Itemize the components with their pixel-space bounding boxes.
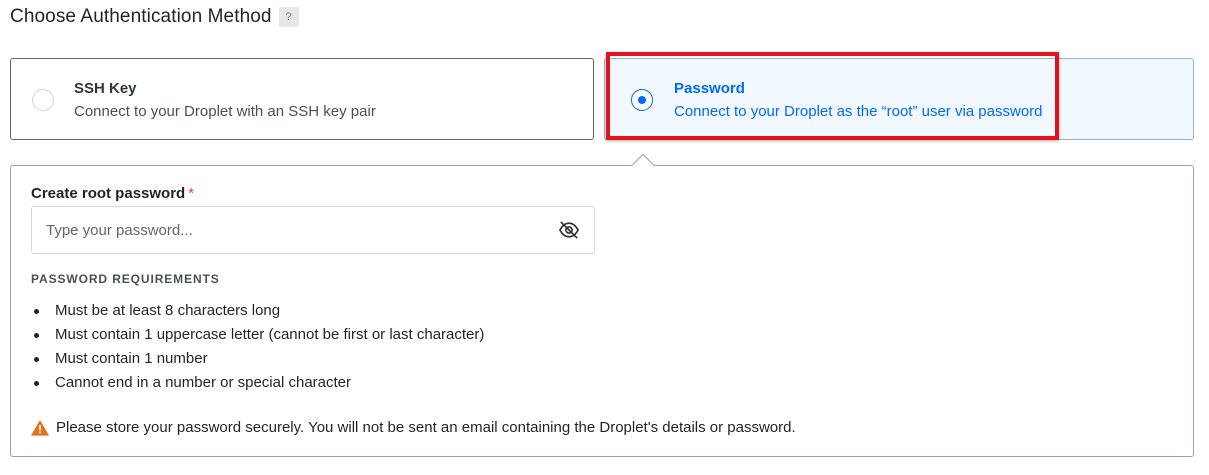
- requirements-list: Must be at least 8 characters long Must …: [31, 299, 484, 395]
- eye-slash-icon[interactable]: [558, 220, 580, 240]
- warning-message: Please store your password securely. You…: [31, 419, 796, 436]
- auth-option-password-text: Password Connect to your Droplet as the …: [674, 79, 1043, 122]
- panel-pointer: [631, 153, 655, 177]
- auth-option-password-title: Password: [674, 80, 745, 97]
- warning-text: Please store your password securely. You…: [56, 419, 796, 436]
- required-asterisk: *: [188, 185, 195, 202]
- root-password-label-text: Create root password: [31, 185, 186, 202]
- auth-option-ssh-title: SSH Key: [74, 80, 137, 97]
- title-row: Choose Authentication Method ?: [10, 6, 299, 28]
- auth-option-ssh-key[interactable]: SSH Key Connect to your Droplet with an …: [10, 58, 594, 140]
- requirements-heading: PASSWORD REQUIREMENTS: [31, 272, 220, 286]
- requirement-item: Must be at least 8 characters long: [31, 299, 484, 323]
- password-panel: Create root password * PASSWORD REQUIREME…: [10, 153, 1194, 457]
- requirement-item: Must contain 1 number: [31, 347, 484, 371]
- auth-option-password-description: Connect to your Droplet as the “root” us…: [674, 103, 1043, 120]
- auth-option-ssh-description: Connect to your Droplet with an SSH key …: [74, 103, 376, 120]
- radio-password[interactable]: [631, 89, 653, 111]
- auth-option-password[interactable]: Password Connect to your Droplet as the …: [604, 58, 1194, 140]
- radio-ssh-key[interactable]: [32, 89, 54, 111]
- requirement-item: Cannot end in a number or special charac…: [31, 371, 484, 395]
- authentication-section: Choose Authentication Method ? SSH Key C…: [0, 0, 1209, 475]
- root-password-label: Create root password *: [31, 185, 194, 202]
- auth-option-ssh-text: SSH Key Connect to your Droplet with an …: [74, 79, 376, 122]
- warning-triangle-icon: [31, 419, 49, 436]
- requirement-item: Must contain 1 uppercase letter (cannot …: [31, 323, 484, 347]
- help-icon[interactable]: ?: [278, 7, 299, 27]
- password-input[interactable]: [32, 207, 542, 253]
- page-title: Choose Authentication Method: [10, 6, 272, 27]
- password-input-wrapper: [31, 206, 595, 254]
